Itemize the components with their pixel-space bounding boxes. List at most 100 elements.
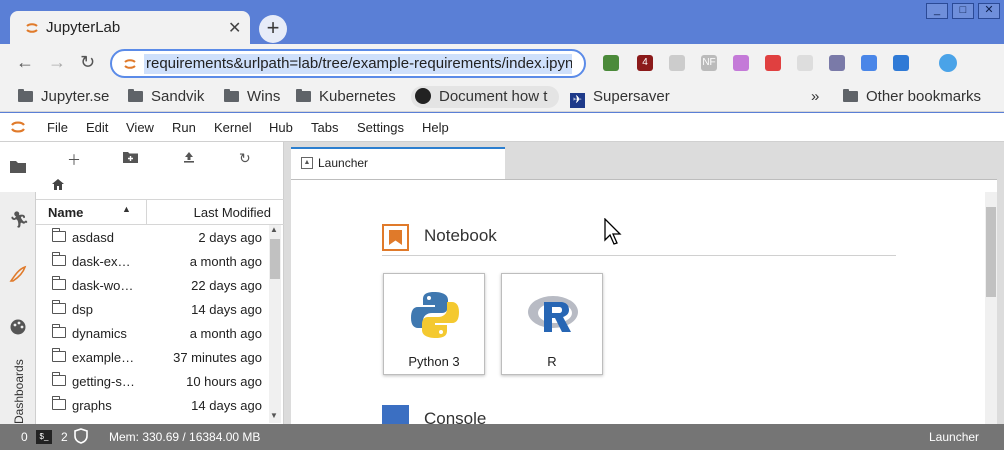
file-row[interactable]: getting-s… 10 hours ago <box>36 369 268 393</box>
menu-kernel[interactable]: Kernel <box>214 120 252 135</box>
file-row[interactable]: dask-ex… a month ago <box>36 249 268 273</box>
folder-icon <box>51 324 66 338</box>
palette-icon[interactable] <box>9 318 27 336</box>
launcher-panel: Notebook Python 3 R Console <box>291 179 997 425</box>
bookmark-folder-kubernetes[interactable]: Kubernetes <box>296 86 396 108</box>
scrollbar-thumb[interactable] <box>270 239 280 279</box>
file-name: example… <box>72 350 135 365</box>
folder-icon <box>51 252 66 266</box>
r-logo-icon <box>528 296 578 332</box>
minimize-button[interactable]: _ <box>926 3 948 19</box>
file-list-scrollbar[interactable]: ▲ ▼ <box>269 225 281 423</box>
github-icon <box>415 88 431 104</box>
forward-icon[interactable]: → <box>48 52 66 73</box>
refresh-icon[interactable]: ↻ <box>239 150 251 167</box>
folder-icon <box>296 89 311 102</box>
console-section-header: Console <box>382 405 582 425</box>
new-folder-icon[interactable] <box>123 150 138 166</box>
ext-nf-icon[interactable]: NF <box>701 55 717 71</box>
menu-edit[interactable]: Edit <box>86 120 108 135</box>
new-tab-button[interactable]: + <box>259 15 287 43</box>
upload-icon[interactable] <box>183 150 195 166</box>
file-row[interactable]: dsp 14 days ago <box>36 297 268 321</box>
maximize-button[interactable]: □ <box>952 3 974 19</box>
url-text[interactable]: requirements&urlpath=lab/tree/example-re… <box>144 54 572 74</box>
menu-run[interactable]: Run <box>172 120 196 135</box>
bookmarks-overflow-icon[interactable]: » <box>811 86 819 108</box>
ext-box-icon[interactable] <box>797 55 813 71</box>
file-row[interactable]: dask-wo… 22 days ago <box>36 273 268 297</box>
menu-help[interactable]: Help <box>422 120 449 135</box>
commands-icon[interactable] <box>9 265 27 283</box>
folder-icon <box>843 89 858 102</box>
last-modified-column-header[interactable]: Last Modified <box>194 205 271 220</box>
python3-notebook-card[interactable]: Python 3 <box>383 273 485 375</box>
name-column-header[interactable]: Name <box>48 205 83 220</box>
tab-close-icon[interactable]: ✕ <box>228 18 241 38</box>
r-notebook-card[interactable]: R <box>501 273 603 375</box>
sidebar-dashboards-label[interactable]: Dashboards <box>12 359 26 424</box>
file-row[interactable]: graphs 14 days ago <box>36 393 268 417</box>
file-modified: a month ago <box>189 254 262 269</box>
reload-icon[interactable]: ↻ <box>80 52 95 73</box>
file-modified: 14 days ago <box>191 398 262 413</box>
menu-view[interactable]: View <box>126 120 154 135</box>
translate-icon[interactable] <box>861 55 877 71</box>
launcher-scrollbar[interactable] <box>985 192 997 425</box>
file-row[interactable]: asdasd 2 days ago <box>36 225 268 249</box>
scroll-down-icon[interactable]: ▼ <box>270 411 278 420</box>
terminal-count[interactable]: 2 <box>61 430 68 444</box>
column-divider <box>146 200 147 224</box>
launcher-tab-label: Launcher <box>318 156 369 170</box>
bookmark-folder-sandvik[interactable]: Sandvik <box>128 86 204 108</box>
file-row[interactable]: example… 37 minutes ago <box>36 345 268 369</box>
file-name: graphs <box>72 398 112 413</box>
file-modified: a month ago <box>189 326 262 341</box>
bookmark-folder-jupyter[interactable]: Jupyter.se <box>18 86 109 108</box>
home-icon[interactable] <box>52 179 64 193</box>
browser-tab[interactable]: JupyterLab ✕ <box>10 11 250 44</box>
menu-file[interactable]: File <box>47 120 68 135</box>
scroll-up-icon[interactable]: ▲ <box>270 225 278 234</box>
bookmark-github[interactable]: Document how t <box>411 86 559 108</box>
ext-red-icon[interactable] <box>765 55 781 71</box>
address-bar[interactable]: requirements&urlpath=lab/tree/example-re… <box>110 49 586 78</box>
running-icon[interactable]: 🏃︎ <box>9 210 29 229</box>
new-launcher-button[interactable]: ＋ <box>67 150 81 170</box>
ublock-icon[interactable]: 4 <box>637 55 653 71</box>
supersaver-icon: ✈ <box>570 93 585 108</box>
notebook-icon <box>382 224 409 251</box>
file-row[interactable]: dynamics a month ago <box>36 321 268 345</box>
folder-icon <box>51 372 66 386</box>
browser-window: JupyterLab ✕ + _ □ ✕ ← → ↻ requirements&… <box>0 0 1004 450</box>
ext-hexagon-icon[interactable] <box>669 55 685 71</box>
profile-icon[interactable] <box>939 54 957 72</box>
menu-tabs[interactable]: Tabs <box>311 120 338 135</box>
notebook-section-header: Notebook <box>382 220 896 256</box>
window-close-button[interactable]: ✕ <box>978 3 1000 19</box>
kernel-count[interactable]: 0 <box>21 430 28 444</box>
terminal-icon: $_ <box>36 430 52 444</box>
bookmark-folder-wins[interactable]: Wins <box>224 86 280 108</box>
ext-window-icon[interactable] <box>893 55 909 71</box>
folder-icon <box>224 89 239 102</box>
jupyter-logo-icon <box>11 121 25 133</box>
folder-icon <box>51 276 66 290</box>
ext-green-icon[interactable] <box>603 55 619 71</box>
memory-usage: Mem: 330.69 / 16384.00 MB <box>109 430 261 444</box>
ext-circle-icon[interactable] <box>829 55 845 71</box>
ext-flower-icon[interactable] <box>733 55 749 71</box>
back-icon[interactable]: ← <box>16 52 34 73</box>
file-browser: ＋ ↻ Name ▲ Last Modified asdasd 2 days ag… <box>36 142 284 424</box>
menu-settings[interactable]: Settings <box>357 120 404 135</box>
launcher-scrollbar-thumb[interactable] <box>986 207 996 297</box>
launcher-tab[interactable]: ▲ Launcher <box>291 147 505 179</box>
site-favicon-icon <box>124 59 136 69</box>
bookmark-supersaver[interactable]: ✈ Supersaver <box>570 86 670 108</box>
menu-hub[interactable]: Hub <box>269 120 293 135</box>
folder-icon[interactable] <box>9 158 27 176</box>
other-bookmarks-folder[interactable]: Other bookmarks <box>843 86 981 108</box>
folder-icon <box>18 89 33 102</box>
file-name: asdasd <box>72 230 114 245</box>
file-name: getting-s… <box>72 374 135 389</box>
